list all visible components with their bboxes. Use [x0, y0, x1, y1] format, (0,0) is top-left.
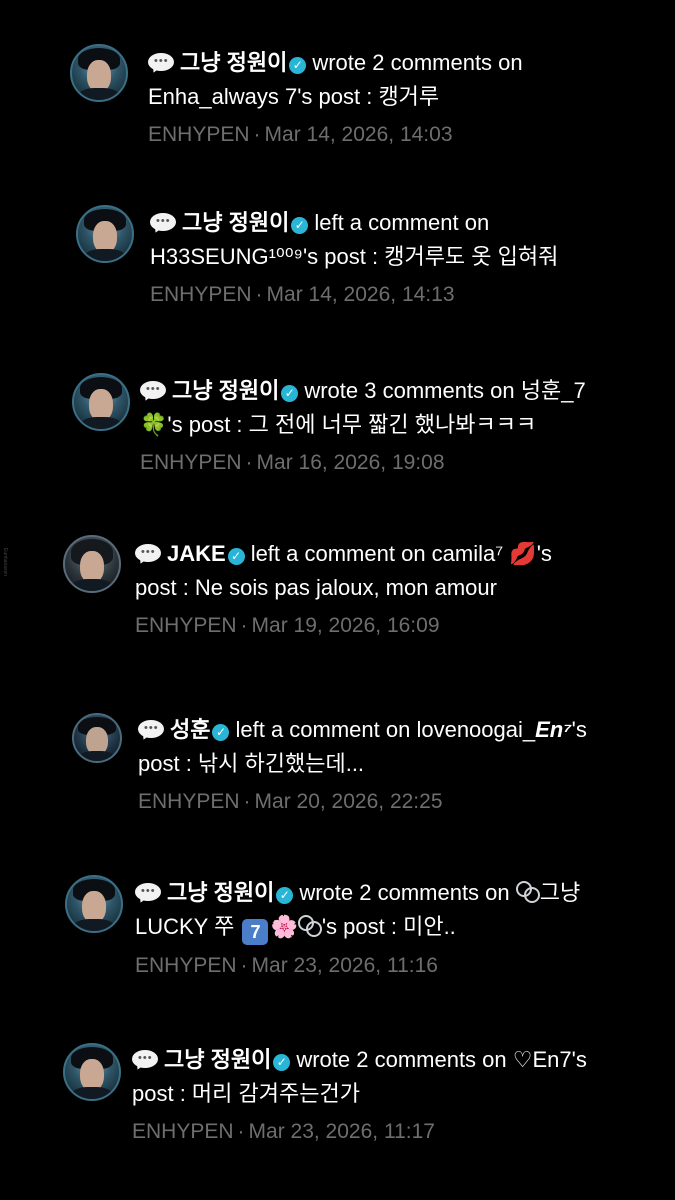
action-text: wrote 2 comments on: [312, 50, 523, 75]
notification-line-1: ••• 그냥 정원이 ✓ wrote 2 comments on: [148, 46, 523, 80]
verified-badge-icon: ✓: [276, 887, 294, 904]
speech-bubble-icon: •••: [135, 544, 161, 566]
side-watermark: Eunhaeaxen: [2, 548, 8, 577]
keycap-seven-icon: 7: [242, 919, 269, 945]
notification-line-2: post : 낚시 하긴했는데...: [138, 751, 365, 776]
group-name: ENHYPEN: [150, 283, 252, 306]
user-name[interactable]: 그냥 정원이: [180, 50, 287, 75]
notification-meta: ENHYPEN · Mar 23, 2026, 11:16: [135, 951, 580, 981]
separator: ·: [240, 614, 248, 637]
timestamp: Mar 19, 2026, 16:09: [251, 614, 440, 637]
user-name[interactable]: 그냥 정원이: [182, 210, 289, 235]
avatar[interactable]: [72, 373, 130, 431]
group-name: ENHYPEN: [135, 614, 237, 637]
action-tail: 's: [571, 717, 587, 742]
timestamp: Mar 14, 2026, 14:03: [264, 123, 453, 146]
notification-line-2: LUCKY 쭈 7 🌸 's post : 미안..: [135, 910, 580, 945]
user-name[interactable]: JAKE: [167, 541, 226, 566]
rings-icon: [297, 915, 322, 937]
notification-line-1: ••• 그냥 정원이 ✓ wrote 2 comments on ♡En7's: [132, 1043, 587, 1077]
post-author: LUCKY 쭈: [135, 914, 235, 939]
separator: ·: [237, 1120, 245, 1143]
group-name: ENHYPEN: [148, 123, 250, 146]
verified-badge-icon: ✓: [281, 385, 299, 402]
avatar[interactable]: [65, 875, 123, 933]
notification-meta: ENHYPEN · Mar 16, 2026, 19:08: [140, 448, 586, 478]
notification-meta: ENHYPEN · Mar 19, 2026, 16:09: [135, 611, 552, 641]
action-text: left a comment on camila⁷: [250, 541, 504, 566]
notification-line-1: ••• 그냥 정원이 ✓ wrote 2 comments on 그냥: [135, 876, 580, 910]
speech-bubble-icon: •••: [150, 213, 176, 235]
verified-badge-icon: ✓: [291, 217, 309, 234]
verified-badge-icon: ✓: [273, 1054, 291, 1071]
action-text: left a comment on: [314, 210, 490, 235]
notification-meta: ENHYPEN · Mar 14, 2026, 14:03: [148, 120, 523, 150]
notification-line-2: 🍀's post : 그 전에 너무 짧긴 했나봐ㅋㅋㅋ: [140, 408, 586, 442]
notification-line-1: ••• JAKE ✓ left a comment on camila⁷ 💋's: [135, 537, 552, 571]
speech-bubble-icon: •••: [135, 883, 161, 905]
post-text: 's post : 미안..: [321, 914, 456, 939]
speech-bubble-icon: •••: [148, 53, 174, 75]
timestamp: Mar 14, 2026, 14:13: [266, 283, 455, 306]
notification-line-1: ••• 그냥 정원이 ✓ wrote 3 comments on 넝훈_7: [140, 374, 586, 408]
speech-bubble-icon: •••: [138, 720, 164, 742]
timestamp: Mar 23, 2026, 11:17: [248, 1120, 435, 1143]
username-suffix: En⁷: [535, 717, 572, 742]
user-name[interactable]: 그냥 정원이: [167, 880, 274, 905]
verified-badge-icon: ✓: [289, 57, 307, 74]
separator: ·: [243, 790, 251, 813]
timestamp: Mar 16, 2026, 19:08: [256, 451, 445, 474]
notification-meta: ENHYPEN · Mar 20, 2026, 22:25: [138, 787, 587, 817]
lips-icon: 💋: [509, 541, 537, 566]
separator: ·: [240, 954, 248, 977]
group-name: ENHYPEN: [138, 790, 240, 813]
notification-feed: Eunhaeaxen ••• 그냥 정원이 ✓ wrote 2 comments on…: [0, 0, 675, 1200]
separator: ·: [255, 283, 263, 306]
action-text: wrote 2 comments on: [299, 880, 510, 905]
speech-bubble-icon: •••: [132, 1050, 158, 1072]
notification-meta: ENHYPEN · Mar 14, 2026, 14:13: [150, 280, 558, 310]
avatar[interactable]: [76, 205, 134, 263]
notification-line-1: ••• 그냥 정원이 ✓ left a comment on: [150, 206, 558, 240]
action-text: wrote 2 comments on ♡En7's: [296, 1047, 587, 1072]
user-name[interactable]: 그냥 정원이: [164, 1047, 271, 1072]
notification-line-1: ••• 성훈 ✓ left a comment on lovenoogai_En⁷'s: [138, 713, 587, 747]
group-name: ENHYPEN: [135, 954, 237, 977]
avatar[interactable]: [72, 713, 122, 763]
avatar[interactable]: [63, 535, 121, 593]
notification-meta: ENHYPEN · Mar 23, 2026, 11:17: [132, 1117, 587, 1147]
separator: ·: [253, 123, 261, 146]
cherry-blossom-icon: 🌸: [270, 914, 298, 939]
notification-line-2: Enha_always 7's post : 캥거루: [148, 84, 440, 109]
avatar[interactable]: [70, 44, 128, 102]
verified-badge-icon: ✓: [212, 724, 230, 741]
separator: ·: [245, 451, 253, 474]
notification-line-2: post : 머리 감겨주는건가: [132, 1081, 360, 1106]
speech-bubble-icon: •••: [140, 381, 166, 403]
action-text: wrote 3 comments on 넝훈_7: [304, 378, 586, 403]
notification-line-2: H33SEUNG¹⁰⁰⁹'s post : 캥거루도 옷 입혀줘: [150, 244, 559, 269]
timestamp: Mar 23, 2026, 11:16: [251, 954, 438, 977]
action-tail: 그냥: [539, 880, 581, 905]
notification-line-2: post : Ne sois pas jaloux, mon amour: [135, 575, 497, 600]
action-text: left a comment on lovenoogai_: [235, 717, 536, 742]
group-name: ENHYPEN: [140, 451, 242, 474]
action-tail: 's: [536, 541, 552, 566]
user-name[interactable]: 그냥 정원이: [172, 378, 279, 403]
post-text: 's post : 그 전에 너무 짧긴 했나봐ㅋㅋㅋ: [167, 412, 537, 437]
rings-icon: [515, 881, 540, 903]
verified-badge-icon: ✓: [227, 548, 245, 565]
group-name: ENHYPEN: [132, 1120, 234, 1143]
timestamp: Mar 20, 2026, 22:25: [254, 790, 443, 813]
clover-icon: 🍀: [140, 412, 168, 437]
avatar[interactable]: [63, 1043, 121, 1101]
user-name[interactable]: 성훈: [170, 717, 210, 742]
